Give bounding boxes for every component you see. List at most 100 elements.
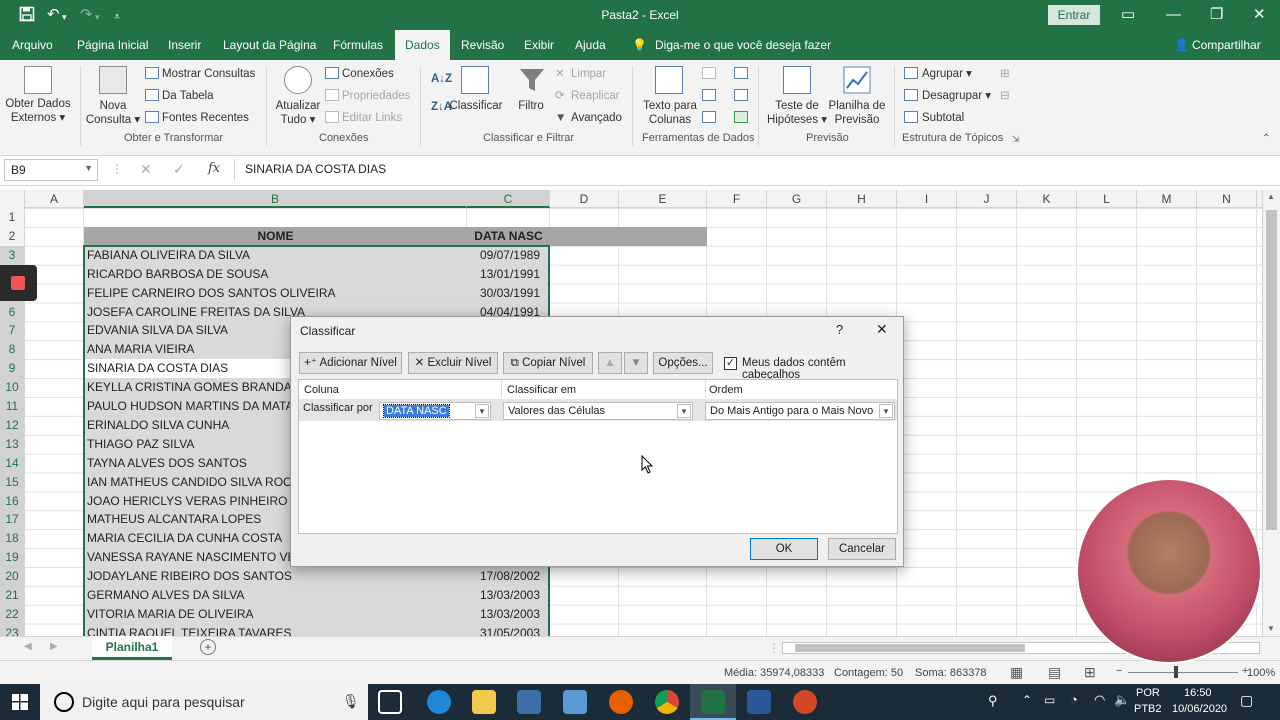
powerpoint-icon[interactable] xyxy=(793,690,817,714)
cortana-icon[interactable] xyxy=(54,692,74,712)
data-validation-icon[interactable] xyxy=(702,111,716,123)
row-header[interactable]: 18 xyxy=(0,529,24,549)
next-sheet-icon[interactable]: ▶ xyxy=(50,641,58,652)
chevron-down-icon[interactable]: ▼ xyxy=(879,404,893,418)
collapse-ribbon-icon[interactable]: ⌃ xyxy=(1262,132,1270,146)
move-down-button[interactable]: ▼ xyxy=(624,352,648,374)
zoom-slider[interactable] xyxy=(1128,672,1238,673)
task-view-icon[interactable] xyxy=(378,690,402,714)
chevron-down-icon[interactable]: ▼ xyxy=(475,404,489,418)
file-explorer-icon[interactable] xyxy=(472,690,496,714)
row-header[interactable]: 9 xyxy=(0,359,24,379)
volume-icon[interactable]: 🔈 xyxy=(1114,692,1130,708)
header-cell-e[interactable] xyxy=(619,227,707,246)
edit-links-button[interactable]: Editar Links xyxy=(342,111,402,125)
forecast-sheet-button[interactable]: Planilha de Previsão xyxy=(826,99,888,127)
row-header[interactable]: 12 xyxy=(0,415,24,435)
clock-date[interactable]: 10/06/2020 xyxy=(1172,703,1227,715)
language-code[interactable]: POR xyxy=(1136,687,1160,699)
page-layout-icon[interactable]: ▤ xyxy=(1048,664,1061,681)
show-detail-icon[interactable]: ⊞ xyxy=(1000,67,1010,81)
ribbon-display-icon[interactable]: ▭ xyxy=(1121,6,1135,24)
edge-icon[interactable] xyxy=(427,690,451,714)
word-icon[interactable] xyxy=(747,690,771,714)
col-header-m[interactable]: M xyxy=(1137,190,1197,208)
delete-level-button[interactable]: ✕ Excluir Nível xyxy=(408,352,498,374)
minimize-icon[interactable]: — xyxy=(1166,6,1181,24)
dialog-close-button[interactable]: ✕ xyxy=(876,321,888,338)
col-header-j[interactable]: J xyxy=(957,190,1017,208)
chrome-icon[interactable] xyxy=(655,690,679,714)
row-header[interactable]: 19 xyxy=(0,548,24,568)
col-header-e[interactable]: E xyxy=(619,190,707,208)
windows-start-icon[interactable] xyxy=(12,694,28,713)
tab-inserir[interactable]: Inserir xyxy=(168,30,201,60)
formula-input[interactable]: SINARIA DA COSTA DIAS xyxy=(234,159,1272,181)
col-header-h[interactable]: H xyxy=(827,190,897,208)
col-header-g[interactable]: G xyxy=(767,190,827,208)
sheet-tab-planilha1[interactable]: Planilha1 xyxy=(92,636,172,660)
restore-icon[interactable]: ❐ xyxy=(1210,6,1223,24)
advanced-filter-button[interactable]: Avançado xyxy=(571,111,622,125)
microphone-icon[interactable]: 🎙 xyxy=(342,693,360,710)
tab-ajuda[interactable]: Ajuda xyxy=(575,30,606,60)
tab-revisao[interactable]: Revisão xyxy=(461,30,504,60)
ok-button[interactable]: OK xyxy=(750,538,818,560)
properties-button[interactable]: Propriedades xyxy=(342,89,410,103)
row-header[interactable]: 2 xyxy=(0,227,24,246)
connections-button[interactable]: Conexões xyxy=(342,67,394,81)
tray-expand-icon[interactable]: ⌃ xyxy=(1022,693,1032,707)
row-header[interactable]: 13 xyxy=(0,434,24,454)
close-icon[interactable]: ✕ xyxy=(1253,6,1266,24)
new-query-button[interactable]: Nova Consulta ▾ xyxy=(84,99,142,127)
battery-icon[interactable]: ◔ xyxy=(1070,692,1078,707)
tab-formulas[interactable]: Fórmulas xyxy=(333,30,383,60)
mail-icon[interactable] xyxy=(563,690,587,714)
row-header[interactable]: 1 xyxy=(0,208,24,227)
tell-me-search[interactable]: Diga-me o que você deseja fazer xyxy=(655,30,831,60)
col-header-i[interactable]: I xyxy=(897,190,957,208)
filter-button[interactable]: Filtro xyxy=(510,99,552,113)
page-break-icon[interactable]: ⊞ xyxy=(1084,664,1096,681)
move-up-button[interactable]: ▲ xyxy=(598,352,622,374)
col-header-b[interactable]: B xyxy=(84,190,467,208)
dialog-launcher-icon[interactable]: ⇲ xyxy=(1012,132,1020,146)
sign-in-button[interactable]: Entrar xyxy=(1048,5,1100,25)
show-queries-button[interactable]: Mostrar Consultas xyxy=(162,67,255,81)
order-select[interactable]: Do Mais Antigo para o Mais Novo ▼ xyxy=(705,402,895,420)
sort-on-select[interactable]: Valores das Células ▼ xyxy=(503,402,693,420)
tab-dados[interactable]: Dados xyxy=(395,30,450,60)
scroll-down-icon[interactable]: ▼ xyxy=(1267,624,1275,633)
cancel-button[interactable]: Cancelar xyxy=(828,538,896,560)
copy-level-button[interactable]: ⧉ Copiar Nível xyxy=(503,352,593,374)
col-header-d[interactable]: D xyxy=(550,190,619,208)
add-level-button[interactable]: +⁺ Adicionar Nível xyxy=(299,352,402,374)
zoom-level[interactable]: 100% xyxy=(1247,667,1275,679)
consolidate-icon[interactable] xyxy=(734,67,748,79)
h-scroll-thumb[interactable] xyxy=(795,644,1025,652)
clock-time[interactable]: 16:50 xyxy=(1184,687,1212,699)
name-box[interactable]: B9 ▼ xyxy=(4,159,98,181)
firefox-icon[interactable] xyxy=(609,690,633,714)
row-header[interactable]: 6 xyxy=(0,302,24,322)
hide-detail-icon[interactable]: ⊟ xyxy=(1000,89,1010,103)
subtotal-button[interactable]: Subtotal xyxy=(922,111,964,125)
tab-layout[interactable]: Layout da Página xyxy=(223,30,316,60)
header-cell-nome[interactable]: NOME xyxy=(84,227,467,246)
zoom-out-icon[interactable]: − xyxy=(1116,665,1122,677)
clear-filter-button[interactable]: Limpar xyxy=(571,67,606,81)
col-header-f[interactable]: F xyxy=(707,190,767,208)
refresh-all-button[interactable]: Atualizar Tudo ▾ xyxy=(270,99,326,127)
col-header-n[interactable]: N xyxy=(1197,190,1257,208)
headers-checkbox[interactable]: ✓ xyxy=(724,357,737,370)
store-icon[interactable] xyxy=(517,690,541,714)
data-model-icon[interactable] xyxy=(734,111,748,123)
header-cell-d[interactable] xyxy=(550,227,619,246)
row-header[interactable]: 21 xyxy=(0,586,24,605)
people-icon[interactable]: ⚲ xyxy=(988,693,998,709)
group-button[interactable]: Agrupar ▾ xyxy=(922,67,972,81)
tab-splitter-icon[interactable]: ⋮ xyxy=(768,641,780,655)
vertical-scrollbar[interactable]: ▲ ▼ xyxy=(1262,190,1280,636)
col-header-c[interactable]: C xyxy=(467,190,550,208)
tab-exibir[interactable]: Exibir xyxy=(524,30,554,60)
